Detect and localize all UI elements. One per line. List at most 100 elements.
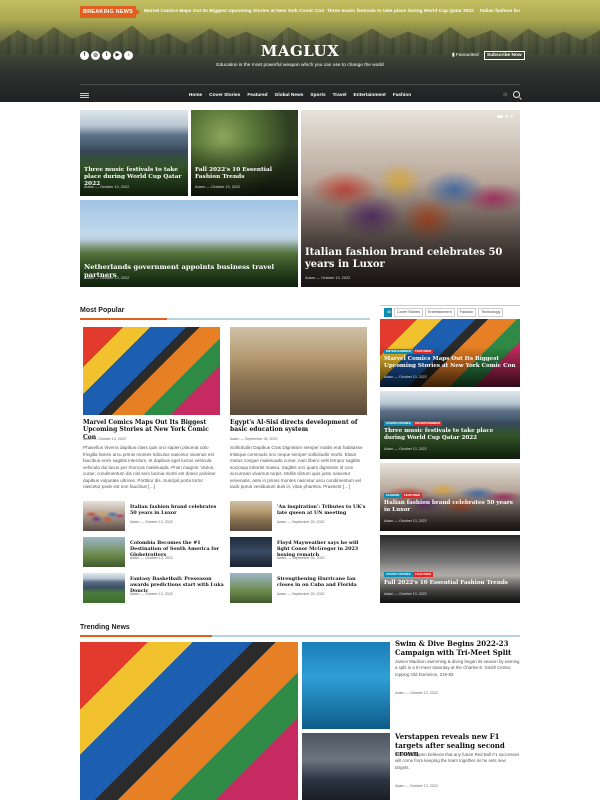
date: September 26, 2022 xyxy=(244,437,278,441)
slider-dots[interactable] xyxy=(497,115,513,118)
hero-card-meta: Adam — October 13, 2022 xyxy=(84,276,130,280)
sidebar-category-tabs: All Cover Stories Entertainment Fashion … xyxy=(384,308,504,317)
trending-title[interactable]: Swim & Dive Begins 2022-23 Campaign with… xyxy=(395,639,521,657)
author[interactable]: Adam xyxy=(230,437,239,441)
tab-entertainment[interactable]: Entertainment xyxy=(425,308,455,317)
date: October 13, 2022 xyxy=(144,592,173,596)
ticker-item[interactable]: Three music festivals to take place duri… xyxy=(327,6,474,18)
date: October 13, 2022 xyxy=(97,437,126,441)
sidebar-card-title[interactable]: Fall 2022's 10 Essential Fashion Trends xyxy=(384,580,516,587)
author[interactable]: Adam xyxy=(195,185,205,189)
category-badge[interactable]: COVER STORIES xyxy=(384,421,413,426)
article-meta: Adam — October 13, 2022 xyxy=(83,437,126,441)
hero-feature-card[interactable]: Italian fashion brand celebrates 50 year… xyxy=(301,110,520,287)
list-item-title[interactable]: Strengthening Hurricane Ian closes in on… xyxy=(277,576,369,589)
date: October 13, 2022 xyxy=(144,520,173,524)
trending-excerpt: James Madison swimming & diving began it… xyxy=(395,659,520,677)
sidebar-card[interactable]: COVER STORIES FEATURED Fall 2022's 10 Es… xyxy=(380,535,520,603)
ticker-item[interactable]: Italian fashion brand celebrates 50 year… xyxy=(480,6,520,18)
category-badge[interactable]: FEATURED xyxy=(402,493,423,498)
sidebar-card-title[interactable]: Marvel Comics Maps Out Its Biggest Upcom… xyxy=(384,356,516,369)
author[interactable]: Adam xyxy=(277,556,286,560)
sidebar-card-meta: Adam — October 13, 2022 xyxy=(384,592,427,596)
category-badge[interactable]: ENTERTAINMENT xyxy=(384,349,414,354)
author[interactable]: Adam xyxy=(277,520,286,524)
nav-cover-stories[interactable]: Cover Stories xyxy=(209,92,240,99)
hero-card[interactable]: Fall 2022's 10 Essential Fashion Trends … xyxy=(191,110,298,196)
category-badge[interactable]: FEATURED xyxy=(413,572,434,577)
favourites-label: Favourited xyxy=(455,53,479,58)
tab-all[interactable]: All xyxy=(384,308,392,317)
list-thumbnail[interactable] xyxy=(230,573,272,603)
sidebar-card-title[interactable]: Italian fashion brand celebrates 50 year… xyxy=(384,500,516,513)
category-badge[interactable]: FASHION xyxy=(384,493,402,498)
ticker-item[interactable]: Marvel Comics Maps Out Its Biggest Upcom… xyxy=(144,6,324,18)
list-thumbnail[interactable] xyxy=(230,501,272,531)
hero-feature-title[interactable]: Italian fashion brand celebrates 50 year… xyxy=(305,247,516,271)
sidebar-top-line xyxy=(380,305,520,306)
date: October 13, 2022 xyxy=(398,447,427,451)
author[interactable]: Adam xyxy=(395,691,404,695)
list-thumbnail[interactable] xyxy=(230,537,272,567)
date: October 13, 2022 xyxy=(210,185,241,189)
article-thumbnail[interactable] xyxy=(230,327,367,415)
date: October 13, 2022 xyxy=(99,185,130,189)
hero-card-meta: Adam — October 13, 2022 xyxy=(305,276,351,280)
nav-fashion[interactable]: Fashion xyxy=(393,92,411,99)
trending-feature-image[interactable] xyxy=(80,642,298,800)
author[interactable]: Adam xyxy=(384,447,393,451)
nav-divider xyxy=(80,84,520,85)
author[interactable]: Adam xyxy=(83,437,92,441)
nav-travel[interactable]: Travel xyxy=(333,92,347,99)
section-underline xyxy=(80,635,520,637)
article-thumbnail[interactable] xyxy=(83,327,220,415)
list-item-title[interactable]: 'An inspiration': Tributes to UK's late … xyxy=(277,504,369,517)
author[interactable]: Adam xyxy=(130,556,139,560)
list-item-meta: Adam — October 13, 2022 xyxy=(130,556,173,560)
date: September 26, 2022 xyxy=(291,520,325,524)
hero-card[interactable]: Netherlands government appoints business… xyxy=(80,200,298,287)
list-item-meta: Adam — October 13, 2022 xyxy=(130,592,173,596)
author[interactable]: Adam xyxy=(130,520,139,524)
theme-toggle-sun-icon[interactable]: ☼ xyxy=(502,91,510,99)
nav-featured[interactable]: Featured xyxy=(247,92,267,99)
category-badge[interactable]: ENTERTAINMENT xyxy=(413,421,443,426)
author[interactable]: Adam xyxy=(305,276,315,280)
subscribe-button[interactable]: Subscribe Now xyxy=(484,51,525,60)
hero-card-title[interactable]: Fall 2022's 10 Essential Fashion Trends xyxy=(195,167,294,181)
search-icon[interactable] xyxy=(513,91,520,98)
tab-cover-stories[interactable]: Cover Stories xyxy=(394,308,424,317)
list-item-title[interactable]: Italian fashion brand celebrates 50 year… xyxy=(130,504,222,517)
sidebar-card[interactable]: FASHION FEATURED Italian fashion brand c… xyxy=(380,463,520,531)
author[interactable]: Adam xyxy=(84,185,94,189)
sidebar-card-title[interactable]: Three music festivals to take place duri… xyxy=(384,428,516,441)
tab-technology[interactable]: Technology xyxy=(478,308,504,317)
author[interactable]: Adam xyxy=(395,784,404,788)
tab-fashion[interactable]: Fashion xyxy=(456,308,477,317)
author[interactable]: Adam xyxy=(384,519,393,523)
author[interactable]: Adam xyxy=(384,375,393,379)
author[interactable]: Adam xyxy=(84,276,94,280)
author[interactable]: Adam xyxy=(130,592,139,596)
author[interactable]: Adam xyxy=(277,592,286,596)
list-thumbnail[interactable] xyxy=(83,573,125,603)
sidebar-card-meta: Adam — October 13, 2022 xyxy=(384,519,427,523)
trending-thumbnail[interactable]: ‹ › xyxy=(302,642,390,729)
article-title[interactable]: Egypt's Al-Sisi directs development of b… xyxy=(230,419,368,434)
favourites-link[interactable]: ▮ Favourited xyxy=(452,53,479,58)
nav-entertainment[interactable]: Entertainment xyxy=(354,92,386,99)
sidebar-card[interactable]: ENTERTAINMENT FEATURED Marvel Comics Map… xyxy=(380,319,520,387)
trending-thumbnail[interactable] xyxy=(302,733,390,800)
sidebar-card[interactable]: COVER STORIES ENTERTAINMENT Three music … xyxy=(380,391,520,459)
category-badge[interactable]: FEATURED xyxy=(413,349,434,354)
article-excerpt: Phasellus Viverra dapibus class quis orc… xyxy=(83,445,216,490)
list-thumbnail[interactable] xyxy=(83,537,125,567)
list-thumbnail[interactable] xyxy=(83,501,125,531)
nav-home[interactable]: Home xyxy=(189,92,202,99)
category-badge[interactable]: COVER STORIES xyxy=(384,572,413,577)
nav-sports[interactable]: Sports xyxy=(310,92,325,99)
author[interactable]: Adam xyxy=(384,592,393,596)
hero-card[interactable]: Three music festivals to take place duri… xyxy=(80,110,188,196)
nav-global-news[interactable]: Global News xyxy=(275,92,304,99)
hero-card-meta: Adam — October 13, 2022 xyxy=(84,185,130,189)
